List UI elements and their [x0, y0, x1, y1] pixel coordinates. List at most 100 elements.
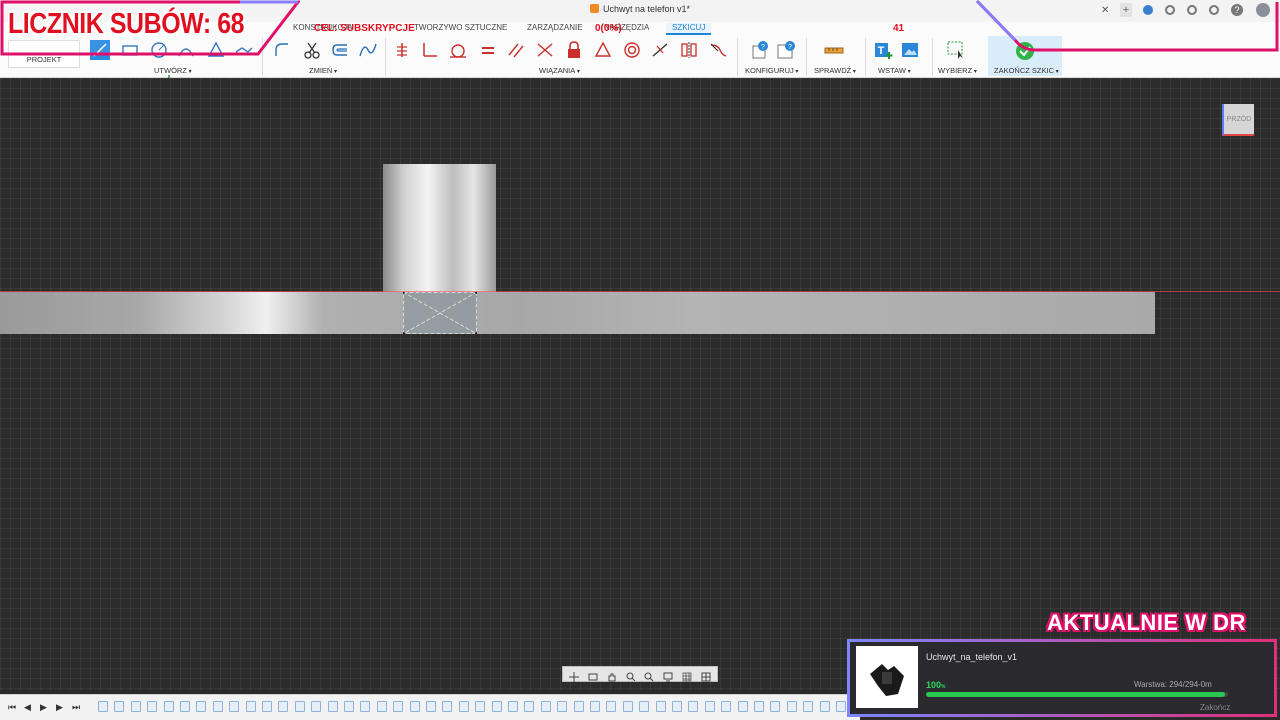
cylinder-body[interactable] — [383, 164, 496, 292]
timeline-start-icon[interactable]: ⏮ — [8, 702, 18, 712]
modify-group-label[interactable]: ZMIEŃ — [309, 66, 337, 75]
insert-text-icon[interactable]: T — [873, 40, 893, 60]
coincident-constraint-icon[interactable] — [535, 40, 555, 60]
timeline-feature-icon[interactable] — [147, 701, 158, 712]
timeline-feature-icon[interactable] — [491, 701, 502, 712]
canvas-viewport[interactable]: PRZÓD — [0, 78, 1280, 690]
timeline-feature-icon[interactable] — [458, 701, 469, 712]
timeline-feature-icon[interactable] — [327, 701, 338, 712]
timeline-feature-icon[interactable] — [590, 701, 600, 712]
timeline-feature-icon[interactable] — [557, 701, 568, 712]
tab-tworzywo-sztuczne[interactable]: TWORZYWO SZTUCZNE — [414, 23, 507, 32]
timeline-feature-icon[interactable] — [344, 701, 354, 712]
display-settings-icon[interactable] — [663, 669, 673, 682]
timeline-feature-icon[interactable] — [180, 701, 190, 712]
collinear-constraint-icon[interactable] — [650, 40, 670, 60]
timeline-feature-icon[interactable] — [163, 701, 174, 712]
timeline-feature-icon[interactable] — [540, 701, 551, 712]
zoom-icon[interactable] — [626, 669, 636, 682]
timeline-feature-icon[interactable] — [212, 701, 223, 712]
horizontal-vertical-constraint-icon[interactable] — [392, 40, 412, 60]
timeline-feature-icon[interactable] — [508, 701, 518, 712]
print-layer-count: Warstwa: 294/294 — [1134, 680, 1199, 689]
timeline-feature-icon[interactable] — [819, 701, 830, 712]
timeline-feature-icon[interactable] — [409, 701, 420, 712]
timeline-feature-icon[interactable] — [639, 701, 650, 712]
timeline-feature-icon[interactable] — [737, 701, 748, 712]
timeline-feature-icon[interactable] — [98, 701, 108, 712]
timeline-feature-icon[interactable] — [786, 701, 797, 712]
timeline-feature-icon[interactable] — [754, 701, 764, 712]
sketch-profile-rectangle[interactable] — [403, 292, 477, 334]
symmetry-constraint-icon[interactable] — [679, 40, 699, 60]
timeline-feature-icon[interactable] — [836, 701, 846, 712]
document-cube-icon — [589, 4, 599, 13]
configurations-icon[interactable]: ? — [776, 40, 796, 60]
tangent-constraint-icon[interactable] — [448, 40, 468, 60]
measure-icon[interactable] — [824, 40, 844, 60]
timeline-feature-icon[interactable] — [770, 701, 781, 712]
timeline-feature-icon[interactable] — [229, 701, 240, 712]
concentric-constraint-icon[interactable] — [622, 40, 642, 60]
viewports-icon[interactable] — [701, 669, 711, 682]
timeline-feature-icon[interactable] — [311, 701, 322, 712]
timeline-feature-icon[interactable] — [130, 701, 141, 712]
timeline-feature-icon[interactable] — [262, 701, 272, 712]
timeline-feature-icon[interactable] — [672, 701, 682, 712]
timeline-feature-icon[interactable] — [475, 701, 486, 712]
parameters-icon[interactable]: ? — [750, 40, 770, 60]
timeline-previous-icon[interactable]: ◀ — [24, 702, 34, 712]
timeline-feature-icon[interactable] — [278, 701, 289, 712]
inspect-group-label[interactable]: SPRAWDŹ — [814, 66, 856, 75]
subscription-goal-number: 41 — [893, 23, 905, 34]
orbit-icon[interactable] — [569, 669, 580, 682]
timeline-feature-icon[interactable] — [376, 701, 387, 712]
parallel-constraint-icon[interactable] — [506, 40, 526, 60]
midpoint-constraint-icon[interactable] — [593, 40, 613, 60]
insert-group-label[interactable]: WSTAW — [878, 66, 911, 75]
tab-szkicuj[interactable]: SZKICUJ — [666, 23, 712, 35]
timeline-feature-icon[interactable] — [114, 701, 125, 712]
offset-tool-icon[interactable] — [330, 40, 350, 60]
timeline-feature-icon[interactable] — [294, 701, 305, 712]
timeline-next-icon[interactable]: ▶ — [56, 702, 66, 712]
timeline-feature-icon[interactable] — [622, 701, 633, 712]
timeline-feature-icon[interactable] — [426, 701, 436, 712]
timeline-feature-icon[interactable] — [655, 701, 666, 712]
grid-settings-icon[interactable] — [682, 669, 692, 682]
tab-zarządzanie[interactable]: ZARZĄDZANIE — [527, 23, 583, 32]
ribbon-separator — [737, 38, 738, 76]
rod-body[interactable] — [0, 292, 1155, 334]
timeline-feature-icon[interactable] — [688, 701, 699, 712]
timeline-end-icon[interactable]: ⏭ — [72, 702, 82, 712]
timeline-feature-icon[interactable] — [606, 701, 617, 712]
equal-constraint-icon[interactable] — [478, 40, 498, 60]
print-progress-track — [926, 692, 1228, 697]
view-cube[interactable]: PRZÓD — [1222, 104, 1254, 136]
perpendicular-constraint-icon[interactable] — [420, 40, 440, 60]
configure-group-label[interactable]: KONFIGURUJ — [745, 66, 798, 75]
select-window-icon[interactable] — [946, 40, 966, 60]
timeline-feature-icon[interactable] — [360, 701, 371, 712]
select-group-label[interactable]: WYBIERZ — [938, 66, 977, 75]
mirror-curve-tool-icon[interactable] — [358, 40, 378, 60]
timeline-feature-icon[interactable] — [196, 701, 207, 712]
curvature-constraint-icon[interactable] — [708, 40, 728, 60]
insert-image-icon[interactable] — [900, 40, 920, 60]
timeline-feature-icon[interactable] — [721, 701, 732, 712]
trim-tool-icon[interactable] — [302, 40, 322, 60]
timeline-feature-icon[interactable] — [704, 701, 715, 712]
timeline-feature-icon[interactable] — [803, 701, 814, 712]
constraints-group-label[interactable]: WIĄZANIA — [539, 66, 580, 75]
timeline-play-icon[interactable]: ▶ — [40, 702, 50, 712]
timeline-feature-icon[interactable] — [442, 701, 453, 712]
fix-constraint-lock-icon[interactable] — [564, 40, 584, 60]
fit-zoom-icon[interactable] — [644, 669, 654, 682]
look-at-icon[interactable] — [588, 669, 598, 681]
pan-hand-icon[interactable] — [607, 669, 617, 682]
timeline-feature-icon[interactable] — [245, 701, 256, 712]
timeline-feature-icon[interactable] — [393, 701, 404, 712]
subscription-goal-label: CEL: SUBSKRYPCJE — [314, 23, 415, 34]
timeline-feature-icon[interactable] — [524, 701, 535, 712]
timeline-feature-icon[interactable] — [573, 701, 584, 712]
